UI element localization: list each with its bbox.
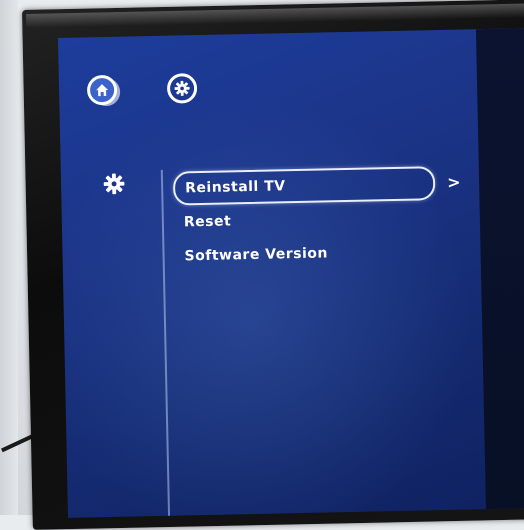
menu-item-label: Reset [183, 213, 232, 231]
menu-item-software-version[interactable]: Software Version [174, 233, 475, 273]
settings-menu: Reinstall TV > Reset Software Version [172, 165, 475, 273]
menu-item-label: Reinstall TV [185, 178, 286, 197]
section-gear-icon [103, 173, 126, 199]
menu-item-label: Software Version [184, 245, 329, 265]
tv-screen: Reinstall TV > Reset Software Version [58, 28, 524, 518]
gear-icon [174, 80, 190, 96]
menu-item-reinstall-tv[interactable]: Reinstall TV > [172, 166, 461, 206]
right-dark-panel [475, 28, 524, 510]
menu-divider [160, 169, 171, 518]
chevron-right-icon: > [446, 172, 462, 192]
wall-background [0, 0, 18, 515]
home-icon [96, 84, 109, 97]
settings-button[interactable] [166, 73, 198, 104]
home-button[interactable] [86, 74, 118, 106]
